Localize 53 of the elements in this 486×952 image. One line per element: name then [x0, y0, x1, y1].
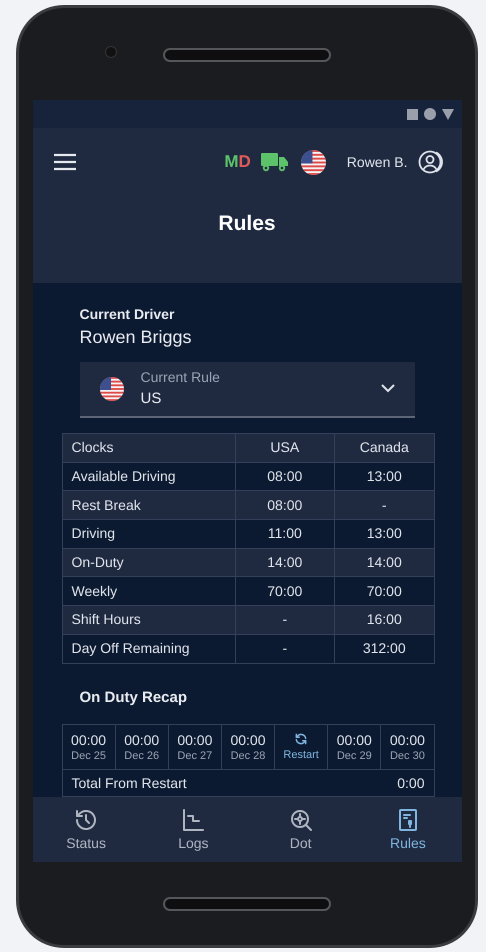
driver-label: Current Driver — [80, 305, 176, 323]
table-cell: 16:00 — [334, 606, 434, 634]
step-chart-icon — [181, 808, 206, 832]
table-cell: Shift Hours — [62, 606, 236, 634]
restart-label: Restart — [283, 748, 319, 762]
recap-date: Dec 29 — [336, 748, 372, 762]
rule-value: US — [140, 389, 162, 410]
triangle-icon — [442, 108, 454, 120]
magnifier-gear-icon — [288, 808, 313, 832]
recap-time: 00:00 — [390, 732, 425, 748]
us-flag-icon — [100, 376, 124, 401]
recap-time: 00:00 — [124, 732, 160, 748]
recap-time: 00:00 — [71, 732, 106, 748]
nav-tab[interactable]: Logs — [140, 797, 247, 862]
square-icon — [406, 108, 418, 120]
recap-date: Dec 27 — [177, 748, 212, 762]
table-cell: 13:00 — [334, 520, 434, 548]
user-name: Rowen B. — [346, 152, 408, 172]
nav-tab[interactable]: Rules — [354, 797, 462, 862]
menu-icon[interactable] — [52, 153, 76, 171]
total-label: Total From Restart — [72, 774, 187, 792]
recap-date: Dec 26 — [124, 748, 160, 762]
recap-date: Dec 30 — [390, 748, 425, 762]
truck-icon — [260, 152, 289, 172]
table-cell: Driving — [62, 520, 236, 548]
recap-date: Dec 28 — [230, 748, 266, 762]
history-clock-icon — [74, 808, 98, 832]
recap-time: 00:00 — [230, 732, 266, 748]
recap-time: 00:00 — [177, 732, 212, 748]
user-account-icon[interactable] — [418, 149, 444, 175]
column-header: Canada — [334, 433, 434, 462]
duty-status-label: MD — [224, 151, 251, 174]
refresh-icon — [294, 732, 308, 746]
recap-title: On Duty Recap — [80, 688, 188, 708]
table-cell: Day Off Remaining — [62, 634, 236, 663]
table-cell: 312:00 — [334, 634, 434, 663]
nav-tab[interactable]: Dot — [247, 797, 354, 862]
table-cell: - — [235, 634, 334, 663]
chevron-down-icon — [380, 384, 394, 394]
column-header: Clocks — [62, 433, 236, 462]
rule-label: Current Rule — [140, 368, 221, 386]
page-title: Rules — [218, 211, 276, 237]
table-cell: 11:00 — [235, 520, 334, 548]
recap-time: 00:00 — [336, 732, 372, 748]
rule-dropdown[interactable]: Current Rule US — [80, 362, 414, 418]
table-cell: - — [235, 606, 334, 634]
driver-name: Rowen Briggs — [80, 326, 193, 349]
recap-date: Dec 25 — [71, 748, 106, 762]
camera-icon — [105, 46, 117, 58]
us-flag-icon — [300, 150, 326, 174]
total-value: 0:00 — [397, 774, 424, 792]
column-header: USA — [235, 433, 334, 462]
nav-tab[interactable]: Status — [32, 797, 140, 862]
